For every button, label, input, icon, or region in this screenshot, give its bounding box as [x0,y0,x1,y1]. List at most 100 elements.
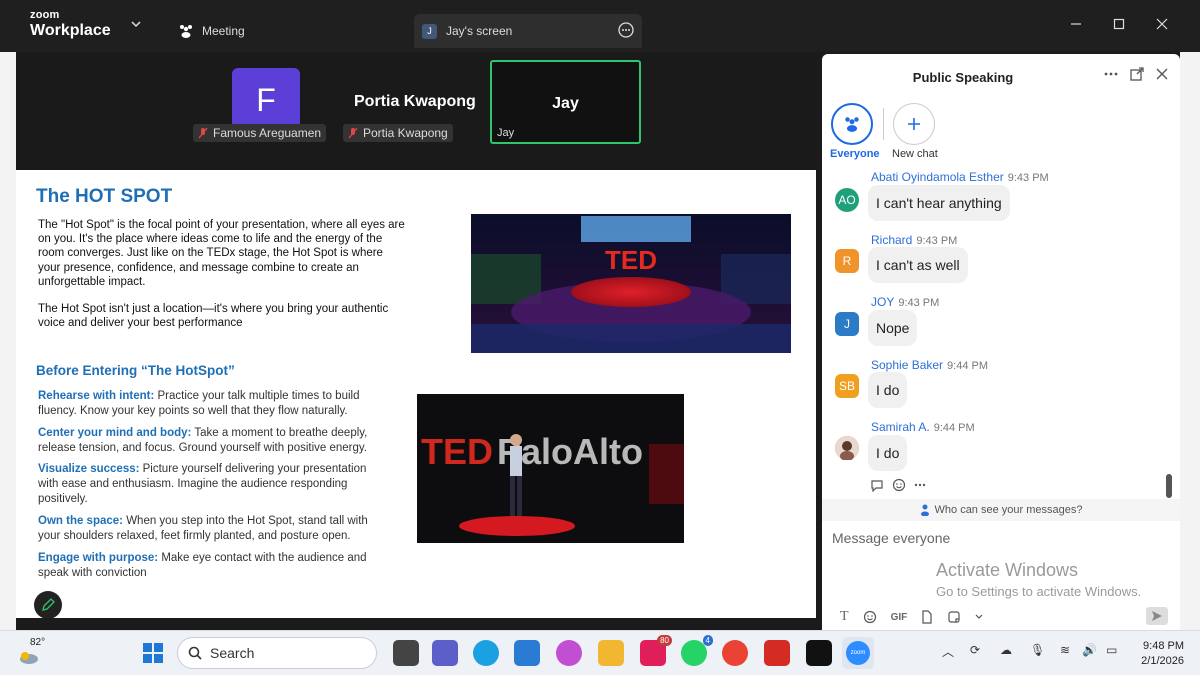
slide-item: Engage with purpose: Make eye contact wi… [38,551,383,581]
tab-everyone[interactable] [831,103,873,145]
item-head: Engage with purpose: [38,552,159,564]
webex-icon[interactable] [806,640,832,666]
item-head: Center your mind and body: [38,427,192,439]
emoji-icon[interactable] [863,610,877,624]
message-sender: Sophie Baker 9:44 PM [871,358,988,372]
activate-windows-subtitle: Go to Settings to activate Windows. [936,584,1142,599]
participant-famous-avatar[interactable]: F [232,68,300,132]
people-icon [845,117,859,132]
message-time: 9:43 PM [898,297,940,309]
more-options-icon[interactable] [618,22,634,38]
battery-icon[interactable]: ▭ [1106,643,1117,657]
whatsapp-icon[interactable]: 4 [681,635,713,666]
more-icon[interactable] [1104,72,1118,76]
tab-meeting[interactable]: Meeting [178,14,245,48]
sender-name: Sophie Baker [871,358,944,372]
close-icon[interactable] [1156,18,1168,30]
svg-text:TED: TED [421,431,493,472]
meeting-icon [180,25,192,38]
who-can-see-text: Who can see your messages? [934,504,1083,516]
participant-jay-display: Jay [552,95,579,112]
tab-divider [883,108,884,140]
zoom-logo[interactable]: zoom Workplace [30,10,111,39]
participant-portia-display[interactable]: Portia Kwapong [354,93,476,111]
chevron-down-icon[interactable] [975,614,983,620]
tab-newchat-label: New chat [892,148,938,160]
message-bubble[interactable]: I do [868,435,908,471]
system-clock[interactable]: 9:48 PM 2/1/2026 [1141,639,1184,669]
chat-scrollbar[interactable] [1166,474,1172,498]
sync-icon[interactable]: ⟳ [970,643,980,657]
tab-jays-screen[interactable]: J Jay's screen [414,14,642,48]
chevron-down-icon[interactable] [131,21,141,27]
pop-out-icon[interactable] [1130,67,1144,81]
wifi-icon[interactable]: ≋ [1060,643,1070,657]
participant-portia-name: Portia Kwapong [363,126,448,140]
start-button[interactable] [140,640,166,666]
avatar: R [835,249,859,273]
search-placeholder: Search [210,645,255,661]
video-strip [16,52,816,170]
slide-item: Rehearse with intent: Practice your talk… [38,389,383,419]
minimize-icon[interactable] [1070,18,1082,30]
acrobat-icon[interactable] [764,640,790,666]
message-bubble[interactable]: I do [868,372,908,408]
microphone-icon[interactable]: 🎙 [1030,643,1045,657]
task-view-icon[interactable] [393,640,419,666]
send-icon [1152,611,1162,621]
gif-button[interactable]: GIF [891,612,908,623]
zoom-taskbar-button[interactable]: zoom [842,637,874,669]
emoji-react-icon[interactable] [892,478,906,492]
file-icon[interactable] [921,610,933,624]
participant-portia-label: Portia Kwapong [343,124,453,142]
chat-panel: Public Speaking Everyone New chat Abati … [822,54,1180,630]
tab-everyone-label: Everyone [830,148,880,160]
slide-item: Center your mind and body: Take a moment… [38,426,383,456]
avatar: J [835,312,859,336]
store-icon[interactable] [514,640,540,666]
participant-jay-tile[interactable]: Jay Jay [490,60,641,144]
send-button[interactable] [1146,607,1168,625]
slide-title: The HOT SPOT [36,186,173,207]
avatar-photo [835,436,859,460]
tray-chevron-icon[interactable]: ︿ [942,643,954,660]
teams-icon[interactable] [432,640,458,666]
message-bubble[interactable]: I can't hear anything [868,185,1010,221]
close-chat-icon[interactable] [1156,68,1168,80]
slide-paragraph-2: The Hot Spot isn't just a location—it's … [38,303,389,330]
tab-new-chat[interactable] [893,103,935,145]
who-can-see-link[interactable]: Who can see your messages? [822,499,1180,521]
item-head: Rehearse with intent: [38,390,155,402]
message-sender: Richard 9:43 PM [871,233,957,247]
more-actions-icon[interactable] [914,483,926,487]
windows-logo-icon [143,643,163,663]
weather-icon [20,652,38,664]
maximize-icon[interactable] [1113,18,1125,30]
message-time: 9:43 PM [916,235,958,247]
sender-name: JOY [871,295,895,309]
sender-name: Richard [871,233,913,247]
participant-famous-name: Famous Areguamen [213,126,322,140]
avatar: AO [835,188,859,212]
compose-toolbar: T GIF [840,609,983,625]
slack-icon[interactable]: 80 [640,635,672,666]
screen-avatar: J [422,23,437,39]
taskbar-search[interactable]: Search [177,637,377,669]
annotate-pen-button[interactable] [34,591,62,618]
slide-item: Visualize success: Picture yourself deli… [38,462,383,507]
file-explorer-icon[interactable] [598,640,624,666]
copilot-icon[interactable] [556,640,582,666]
cloud-icon[interactable]: ☁ [1000,643,1012,657]
volume-icon[interactable]: 🔊 [1082,643,1097,657]
slide-section-title: Before Entering “The HotSpot” [36,363,235,378]
format-text-icon[interactable]: T [840,609,849,625]
message-input[interactable] [832,530,1162,546]
participant-famous-label: Famous Areguamen [193,124,327,142]
reply-icon[interactable] [870,478,884,492]
message-bubble[interactable]: Nope [868,310,918,346]
screenshot-icon[interactable] [947,610,961,624]
message-bubble[interactable]: I can't as well [868,247,968,283]
chrome-icon[interactable] [722,640,748,666]
zoom-icon: zoom [846,641,870,665]
edge-icon[interactable] [473,640,499,666]
